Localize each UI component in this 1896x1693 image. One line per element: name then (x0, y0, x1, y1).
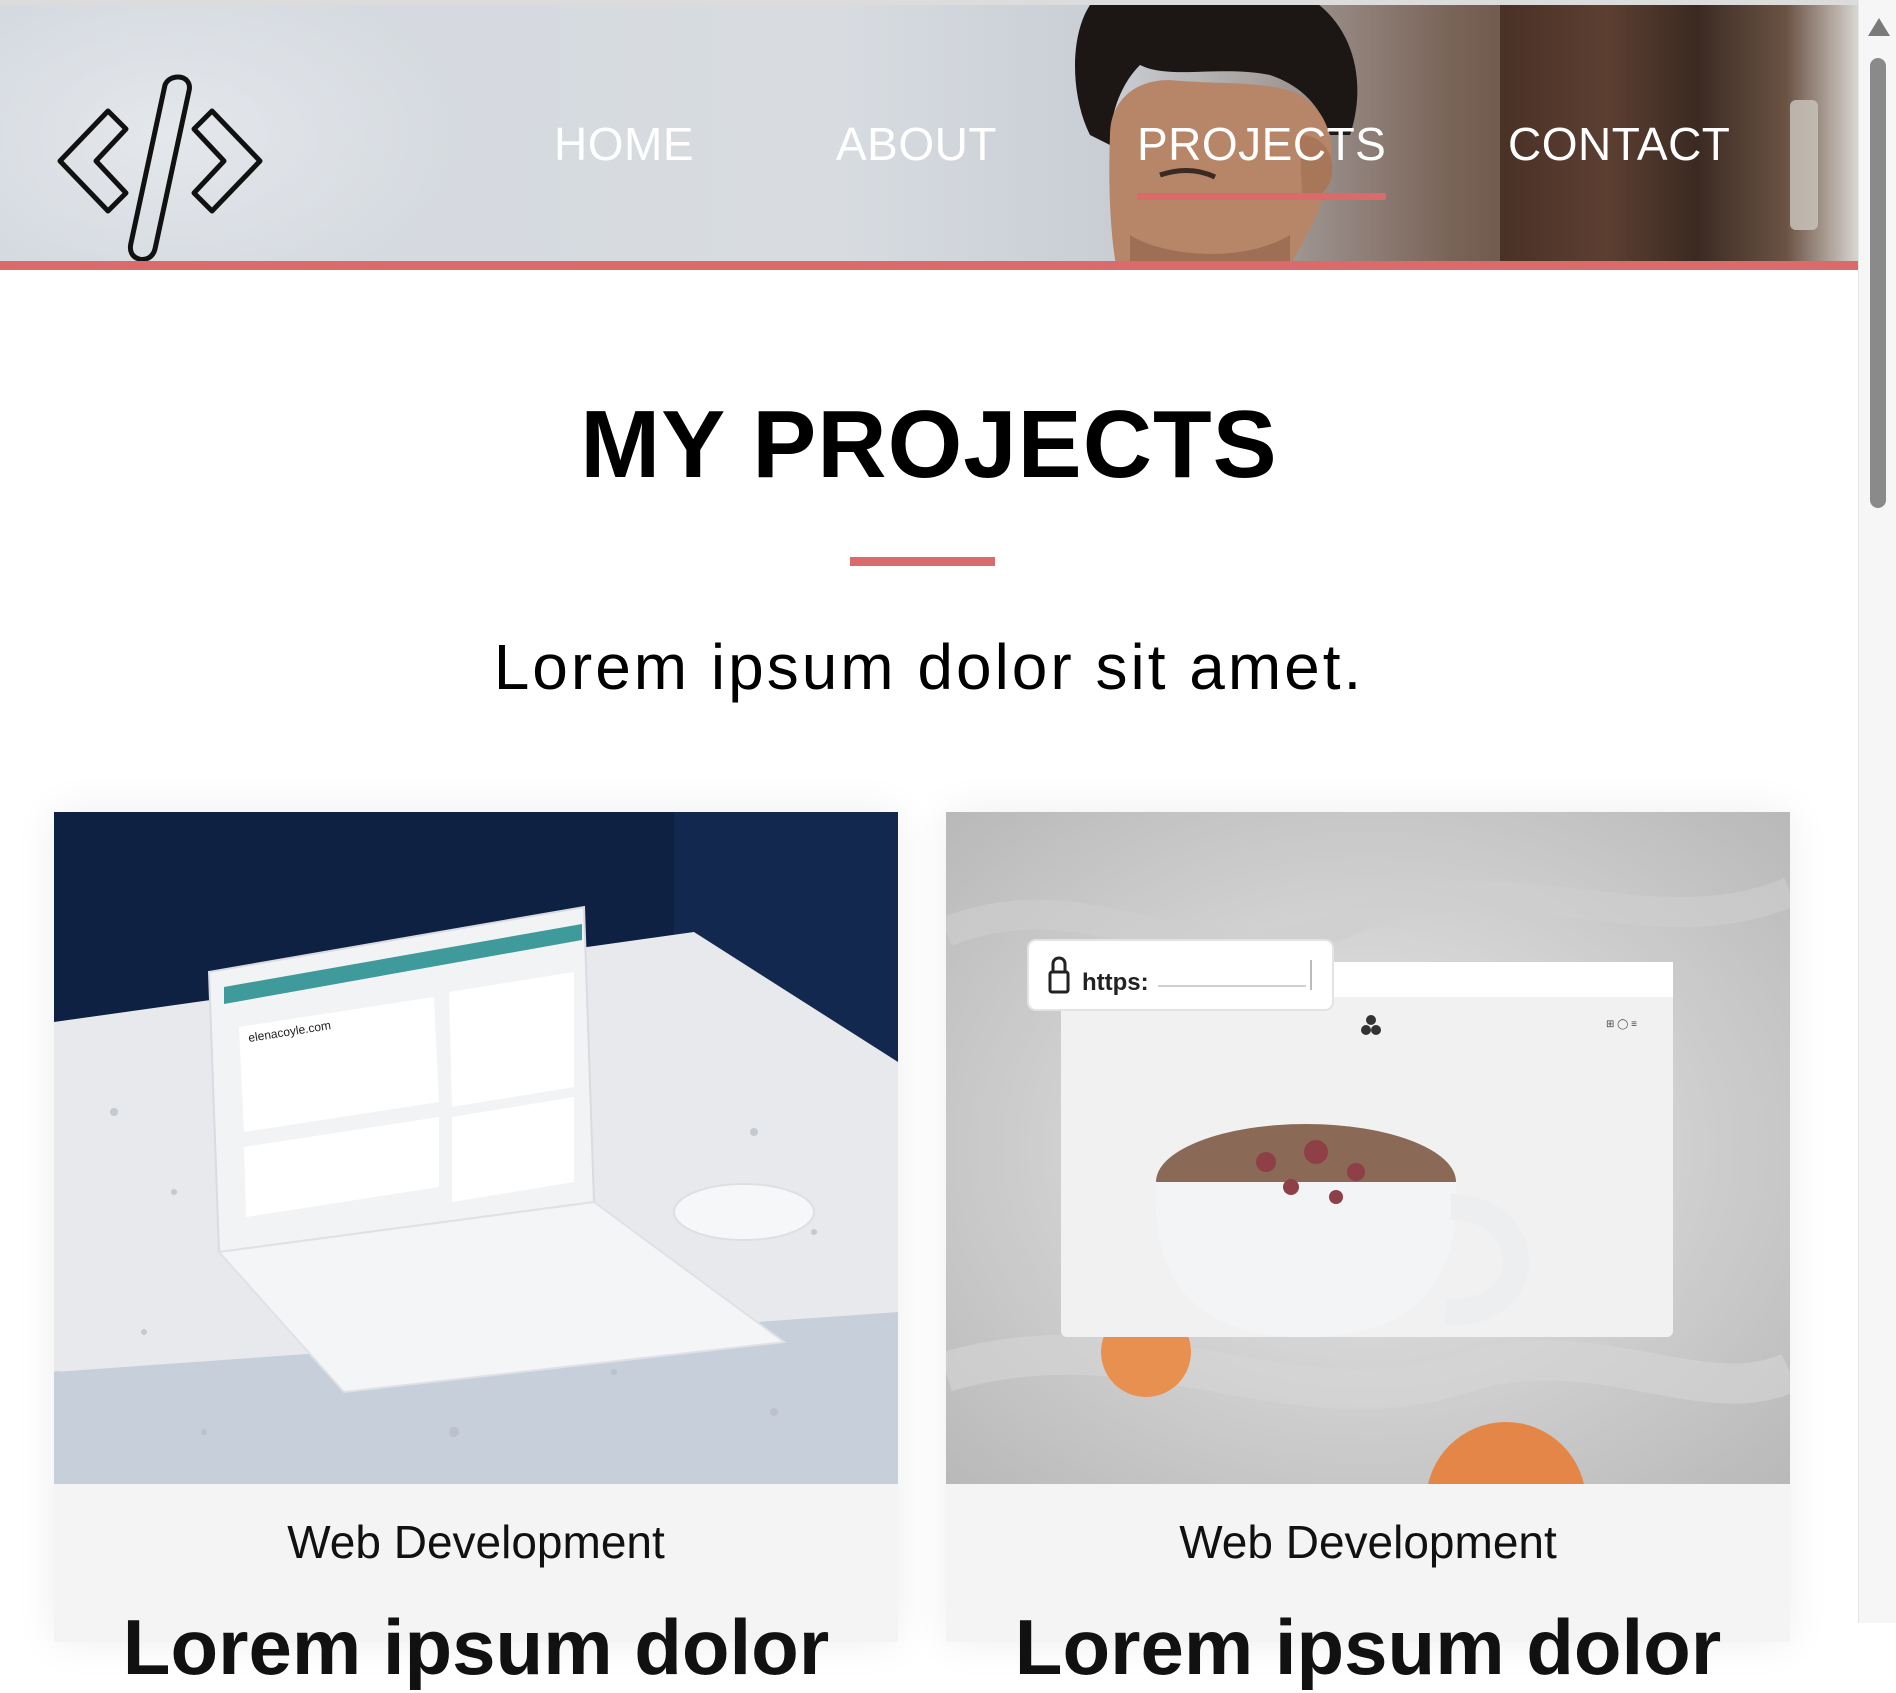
main-nav: HOME ABOUT PROJECTS CONTACT (0, 117, 1858, 200)
page-title: MY PROJECTS (580, 391, 1278, 498)
project-card[interactable]: ⊞ ◯ ≡ https: Web Development Lorem ipsum… (946, 812, 1790, 1691)
project-image-laptop: elenacoyle.com (54, 812, 898, 1484)
scroll-up-arrow-icon[interactable] (1868, 18, 1890, 36)
project-category: Web Development (1179, 1516, 1557, 1568)
nav-contact[interactable]: CONTACT (1508, 117, 1730, 171)
site-header: HOME ABOUT PROJECTS CONTACT (0, 5, 1858, 262)
project-title: Lorem ipsum dolor (1014, 1603, 1722, 1691)
project-image-coffee: ⊞ ◯ ≡ https: (946, 812, 1790, 1484)
shop-icons: ⊞ ◯ ≡ (1606, 1019, 1637, 1030)
nav-about[interactable]: ABOUT (836, 117, 997, 171)
header-border (0, 261, 1858, 270)
page-subtitle: Lorem ipsum dolor sit amet. (493, 631, 1365, 703)
url-bar-text: https: (1082, 969, 1149, 996)
project-category: Web Development (287, 1516, 665, 1568)
nav-projects[interactable]: PROJECTS (1137, 117, 1387, 200)
project-title: Lorem ipsum dolor (122, 1603, 830, 1691)
project-card[interactable]: elenacoyle.com Web Development Lorem ips… (54, 812, 898, 1691)
page-scrollbar[interactable] (1858, 0, 1896, 1623)
scroll-thumb[interactable] (1870, 58, 1886, 508)
title-divider (850, 557, 995, 566)
nav-home[interactable]: HOME (554, 117, 694, 171)
